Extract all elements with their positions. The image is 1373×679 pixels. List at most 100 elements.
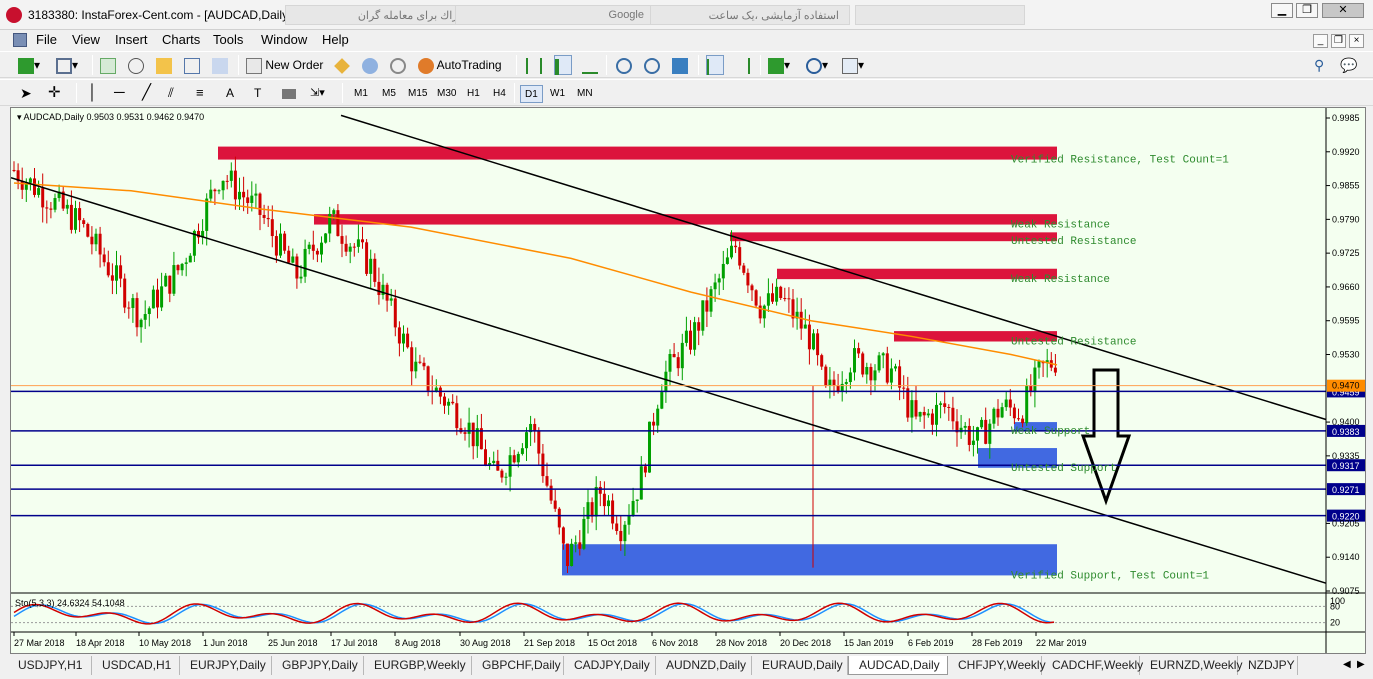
tile-windows-button[interactable] <box>672 55 688 75</box>
symbol-tab[interactable]: NZDJPY <box>1238 656 1298 675</box>
data-window-button[interactable] <box>128 55 144 75</box>
zoom-out-button[interactable] <box>644 55 660 75</box>
menu-file[interactable]: File <box>36 32 57 47</box>
price-chart[interactable]: 0.94590.93830.93170.92710.92200.94700.99… <box>11 108 1365 653</box>
menu-help[interactable]: Help <box>322 32 349 47</box>
arrows-button[interactable]: ⇲▾ <box>310 83 325 103</box>
tabs-right-arrow-icon[interactable]: ▶ <box>1357 659 1365 670</box>
candle-body <box>504 476 508 478</box>
autotrading-button[interactable]: AutoTrading <box>418 55 502 75</box>
candle-body <box>356 239 360 247</box>
indicators-button[interactable]: ▾ <box>768 55 790 75</box>
text-label-button[interactable]: T <box>254 83 261 103</box>
market-watch-button[interactable] <box>100 55 116 75</box>
periods-button[interactable]: ▾ <box>806 55 828 75</box>
price-tag-label: 0.9317 <box>1332 461 1360 471</box>
date-label: 27 Mar 2018 <box>14 638 65 648</box>
mdi-close-button[interactable]: × <box>1349 34 1364 48</box>
new-order-button[interactable]: New Order <box>246 55 323 75</box>
menu-insert[interactable]: Insert <box>115 32 148 47</box>
profiles-button[interactable]: ▾ <box>56 55 78 75</box>
browser-tab[interactable]: Google <box>455 5 655 25</box>
metaeditor-button[interactable] <box>334 55 350 75</box>
clock-icon <box>806 57 822 74</box>
symbol-tab[interactable]: EURJPY,Daily <box>180 656 272 675</box>
menu-window[interactable]: Window <box>261 32 307 47</box>
candle-body <box>361 239 364 243</box>
browser-tab[interactable]: استفاده آزمایشی ،یک ساعت <box>650 5 850 25</box>
search-icon[interactable]: ⚲ <box>1314 55 1324 75</box>
symbol-tab[interactable]: CADJPY,Daily <box>564 656 656 675</box>
zone-label: Weak Resistance <box>1011 220 1110 232</box>
candle-body <box>1008 399 1012 408</box>
zone-label: Weak Support <box>1011 426 1090 438</box>
menu-view[interactable]: View <box>72 32 100 47</box>
text-button[interactable]: A <box>226 83 234 103</box>
channel-button[interactable]: ⫽ <box>168 83 174 103</box>
menu-charts[interactable]: Charts <box>162 32 200 47</box>
strategy-tester-button[interactable] <box>212 55 228 75</box>
chart-shift-button[interactable] <box>734 55 750 75</box>
terminal-button[interactable] <box>184 55 200 75</box>
date-label: 10 May 2018 <box>139 638 191 648</box>
navigator-button[interactable] <box>156 55 172 75</box>
symbol-tab[interactable]: AUDCAD,Daily <box>848 656 948 675</box>
timeframe-m5[interactable]: M5 <box>378 85 400 103</box>
mdi-restore-button[interactable]: ❐ <box>1331 34 1346 48</box>
rectangle-button[interactable] <box>282 83 296 103</box>
symbol-tab[interactable]: GBPCHF,Daily <box>472 656 564 675</box>
menu-tools[interactable]: Tools <box>213 32 243 47</box>
timeframe-d1[interactable]: D1 <box>520 85 543 103</box>
zoom-in-button[interactable] <box>616 55 632 75</box>
symbol-tab[interactable]: GBPJPY,Daily <box>272 656 364 675</box>
autoscroll-button[interactable] <box>706 55 724 75</box>
symbol-tab[interactable]: CHFJPY,Weekly <box>948 656 1046 675</box>
line-chart-button[interactable] <box>582 55 598 75</box>
chat-icon[interactable]: 💬 <box>1340 55 1357 75</box>
new-chart-button[interactable]: ▾ <box>18 55 40 75</box>
fibonacci-button[interactable]: ≡ <box>196 83 204 103</box>
candlestick-button[interactable] <box>554 55 572 75</box>
symbol-tab[interactable]: EURGBP,Weekly <box>364 656 472 675</box>
cursor-button[interactable]: ➤ <box>20 83 32 103</box>
browser-tab[interactable] <box>855 5 1025 25</box>
candle-body <box>873 370 877 381</box>
chart-window[interactable]: 0.9459 0.9383 0.9317 0.9271 0.9220 0.9470 0.99… <box>10 107 1366 654</box>
profiles-icon <box>56 57 72 74</box>
tabs-left-arrow-icon[interactable]: ◀ <box>1343 659 1351 670</box>
close-button[interactable]: ✕ <box>1322 3 1364 18</box>
candle-body <box>1000 407 1004 418</box>
minimize-button[interactable]: ▁ <box>1271 3 1293 18</box>
symbol-tab[interactable]: CADCHF,Weekly <box>1042 656 1143 675</box>
timeframe-mn[interactable]: MN <box>573 85 597 103</box>
candle-body <box>295 256 299 279</box>
horizontal-line-button[interactable]: ─ <box>114 83 125 103</box>
timeframe-h1[interactable]: H1 <box>463 85 484 103</box>
timeframe-h4[interactable]: H4 <box>489 85 510 103</box>
timeframe-m30[interactable]: M30 <box>433 85 460 103</box>
templates-button[interactable]: ▾ <box>842 55 864 75</box>
symbol-tab[interactable]: AUDNZD,Daily <box>656 656 752 675</box>
date-label: 15 Jan 2019 <box>844 638 894 648</box>
timeframe-m15[interactable]: M15 <box>404 85 431 103</box>
candle-body <box>578 542 582 549</box>
chat-button[interactable] <box>362 55 378 75</box>
timeframe-w1[interactable]: W1 <box>546 85 569 103</box>
candle-body <box>807 324 811 350</box>
trendline-button[interactable]: ╱ <box>142 83 151 103</box>
candle-body <box>344 243 348 252</box>
symbol-tab[interactable]: USDJPY,H1 <box>8 656 92 675</box>
maximize-button[interactable]: ❐ <box>1296 3 1318 18</box>
candle-body <box>836 385 840 392</box>
timeframe-m1[interactable]: M1 <box>350 85 372 103</box>
symbol-tab[interactable]: EURNZD,Weekly <box>1140 656 1242 675</box>
symbol-tab[interactable]: USDCAD,H1 <box>92 656 180 675</box>
candle-body <box>984 419 988 444</box>
mdi-minimize-button[interactable]: _ <box>1313 34 1328 48</box>
bar-chart-button[interactable] <box>526 55 542 75</box>
vertical-line-button[interactable]: │ <box>88 83 97 103</box>
candle-body <box>590 502 594 517</box>
crosshair-button[interactable]: ✛ <box>48 83 61 103</box>
symbol-tab[interactable]: EURAUD,Daily <box>752 656 848 675</box>
signals-button[interactable] <box>390 55 406 75</box>
